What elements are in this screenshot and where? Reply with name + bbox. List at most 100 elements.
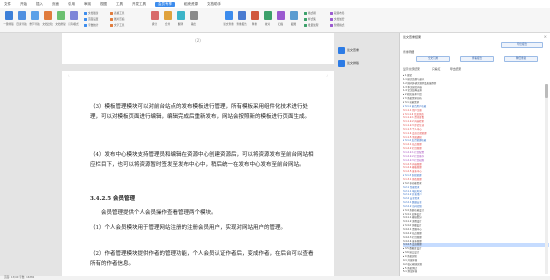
toolbar-small-button[interactable]: 页面设置 bbox=[84, 17, 98, 21]
toolbar-button[interactable]: 打印模式 bbox=[67, 11, 80, 26]
toolbar-button[interactable]: 一键排版 bbox=[2, 11, 15, 26]
toolbar-icon bbox=[289, 11, 298, 20]
toolbar-button[interactable]: 校对 bbox=[261, 11, 274, 26]
reduce-repeat-button[interactable]: 降低重复 bbox=[504, 56, 538, 62]
toolbar-small-button[interactable]: 样式集 bbox=[304, 17, 316, 21]
toolbar-label: 降重 bbox=[251, 23, 258, 26]
toolbar-button[interactable]: 查重报告 bbox=[235, 11, 248, 26]
toolbar-label: 论文查重 bbox=[223, 23, 234, 26]
document-page-current[interactable]: └ ┘ （3）模板管理模块可以对前台站点的发布模板进行管理，所有模板采用组件化技… bbox=[62, 71, 334, 280]
toolbar-small-button[interactable]: 字数统计 bbox=[84, 23, 98, 27]
menu-item[interactable]: 插入 bbox=[36, 2, 43, 7]
toolbar-small-icon bbox=[330, 23, 333, 27]
document-page-previous: (2) bbox=[62, 33, 334, 64]
toolbar-small-button[interactable]: 格式刷 bbox=[304, 11, 316, 15]
menu-item[interactable]: 文档助手 bbox=[207, 2, 221, 7]
toolbar-small-icon bbox=[304, 11, 307, 15]
toolbar-small-icon bbox=[84, 11, 87, 15]
side-tool-paper-check[interactable]: 论文查重 bbox=[338, 45, 368, 55]
menu-item[interactable]: 审阅 bbox=[84, 2, 91, 7]
ribbon-toolbar: 一键排版 目录导航 章节导航 文档比较 文档修复 打印模式 拆分 合并 翻译 输出 论文查重 查重报告… bbox=[0, 8, 550, 33]
toolbar-icon bbox=[189, 11, 198, 20]
panel-scrollbar[interactable] bbox=[545, 84, 548, 274]
section-heading[interactable]: 3.4.2.5 会员管理 bbox=[90, 194, 316, 204]
page-number: (2) bbox=[195, 38, 201, 43]
toolbar-button[interactable]: 文档修复 bbox=[54, 11, 67, 26]
check-result-panel: 论文查重结果 × 导出报告 查重明细 全文引用 查看报告 降低重复 显示全部结果… bbox=[399, 33, 550, 280]
toolbar-label: 文档修复 bbox=[55, 23, 66, 26]
toolbar-small-label: 表格工具 bbox=[114, 12, 125, 15]
toolbar-label: 打印模式 bbox=[68, 23, 79, 26]
toolbar-small-label: 段落布局 bbox=[334, 12, 345, 15]
export-result-option[interactable]: 导出结果 bbox=[450, 67, 461, 71]
scrollbar-thumb[interactable] bbox=[545, 84, 548, 98]
paragraph-author-module[interactable]: （2）作者管理模块提供作者的管理功能，个人会员认证作者后，变成作者，在后台可以查… bbox=[90, 249, 316, 269]
menu-item[interactable]: 会员专享 bbox=[155, 1, 175, 7]
toolbar-small-icon bbox=[330, 11, 333, 15]
toolbar-small-label: 批量处理 bbox=[308, 24, 319, 27]
menu-item[interactable]: 开发工具 bbox=[132, 2, 146, 7]
menu-item[interactable]: 工具 bbox=[116, 2, 123, 7]
toolbar-icon bbox=[150, 11, 159, 20]
side-tool-paper-format[interactable]: 论文排版 bbox=[338, 58, 368, 68]
menu-item[interactable]: 稻壳资源 bbox=[184, 2, 198, 7]
toolbar-button[interactable]: 目录导航 bbox=[15, 11, 28, 26]
close-icon[interactable]: × bbox=[544, 34, 547, 39]
toolbar-small-label: 文档加密 bbox=[334, 18, 345, 21]
toolbar-small-button[interactable]: 图片压缩 bbox=[110, 17, 124, 21]
toolbar-icon bbox=[30, 11, 39, 20]
outline-tree: ▸ 1 绪论 1.1 研究背景与意义 1.2 国内外研究现状及发展趋势 1.3 … bbox=[403, 74, 549, 274]
toolbar-small-label: 字数统计 bbox=[88, 24, 99, 27]
menu-item[interactable]: 引用 bbox=[68, 2, 75, 7]
corner-mark: └ bbox=[68, 75, 70, 78]
toolbar-button[interactable]: 截图 bbox=[287, 11, 300, 26]
toolbar-small-label: 文档瘦身 bbox=[88, 12, 99, 15]
toolbar-small-button[interactable]: 智能格式 bbox=[330, 23, 344, 27]
toolbar-button[interactable]: 合并 bbox=[161, 11, 174, 26]
toolbar-small-icon bbox=[304, 23, 307, 27]
toolbar-button[interactable]: 扫描 bbox=[274, 11, 287, 26]
menu-item[interactable]: 文件 bbox=[4, 2, 11, 7]
toolbar-label: 目录导航 bbox=[16, 23, 27, 26]
toolbar-button[interactable]: 论文查重 bbox=[222, 11, 235, 26]
toolbar-icon bbox=[276, 11, 285, 20]
full-text-button[interactable]: 全文引用 bbox=[416, 56, 450, 62]
menu-item[interactable]: 页面 bbox=[52, 2, 59, 7]
toolbar-icon bbox=[250, 11, 259, 20]
toolbar-small-button[interactable]: 批量处理 bbox=[304, 23, 318, 27]
view-report-button[interactable]: 查看报告 bbox=[460, 56, 494, 62]
filter-red-option[interactable]: 只看红 bbox=[432, 67, 440, 71]
outline-tree-item[interactable]: 5.1 测试环境 bbox=[403, 270, 549, 274]
menu-item[interactable]: 视图 bbox=[100, 2, 107, 7]
toolbar-icon bbox=[163, 11, 172, 20]
toolbar-small-icon bbox=[84, 17, 87, 21]
status-text: 页面: 13/40 字数: 16382 bbox=[4, 276, 35, 279]
filter-all-option[interactable]: 显示全部结果 bbox=[403, 67, 420, 71]
toolbar-small-icon bbox=[330, 17, 333, 21]
menu-item[interactable]: 开始 bbox=[20, 2, 27, 7]
toolbar-button[interactable]: 输出 bbox=[187, 11, 200, 26]
toolbar-small-button[interactable]: 段落布局 bbox=[330, 11, 344, 15]
paragraph-publish-center[interactable]: （4）发布中心模块支持管理员和编辑在资源中心创建资源后，可以将资源发布至前台网站… bbox=[90, 150, 316, 170]
toolbar-icon bbox=[43, 11, 52, 20]
toolbar-button[interactable]: 章节导航 bbox=[28, 11, 41, 26]
menu-bar: 文件 开始 插入 页面 引用 审阅 视图 工具 开发工具 会员专享 稻壳资源 文档助手 bbox=[0, 0, 550, 8]
paragraph-member-intro[interactable]: 会员管理提供个人会员操作查看管理两个模块。 bbox=[90, 208, 316, 218]
paragraph-template-module[interactable]: （3）模板管理模块可以对前台站点的发布模板进行管理，所有模板采用组件化技术进行处… bbox=[90, 102, 316, 122]
toolbar-button[interactable]: 拆分 bbox=[148, 11, 161, 26]
toolbar-small-button[interactable]: 表格工具 bbox=[110, 11, 124, 15]
toolbar-small-icon bbox=[304, 17, 307, 21]
toolbar-small-button[interactable]: 文档加密 bbox=[330, 17, 344, 21]
side-quick-tools: 论文查重 论文排版 bbox=[338, 45, 368, 71]
toolbar-small-label: 格式刷 bbox=[308, 12, 316, 15]
toolbar-button[interactable]: 翻译 bbox=[174, 11, 187, 26]
toolbar-button[interactable]: 降重 bbox=[248, 11, 261, 26]
export-report-button[interactable]: 导出报告 bbox=[501, 42, 543, 48]
toolbar-icon bbox=[4, 11, 13, 20]
toolbar-small-button[interactable]: 文档瘦身 bbox=[84, 11, 98, 15]
toolbar-small-button[interactable]: 文字工具 bbox=[110, 23, 124, 27]
toolbar-button[interactable]: 文档比较 bbox=[41, 11, 54, 26]
paragraph-member-module[interactable]: （1）个人会员模块用于管理网站注册的注册会员用户，实现对网站用户的管理。 bbox=[90, 223, 316, 233]
toolbar-small-icon bbox=[110, 17, 113, 21]
toolbar-label: 截图 bbox=[290, 23, 297, 26]
